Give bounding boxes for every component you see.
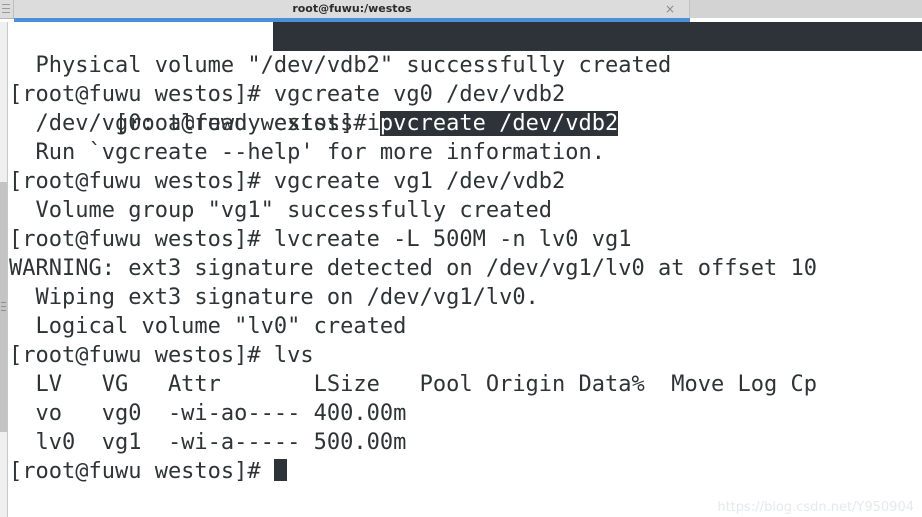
terminal-tab[interactable]: root@fuwu:/westos × [14, 0, 690, 18]
terminal-line: Logical volume "lv0" created [9, 314, 407, 339]
terminal-line: [root@fuwu westos]# lvcreate -L 500M -n … [9, 227, 632, 252]
terminal-line: Wiping ext3 signature on /dev/vg1/lv0. [9, 285, 539, 310]
terminal-window: root@fuwu:/westos × [root@fuwu westos]# … [0, 0, 922, 517]
terminal-line: Run `vgcreate --help' for more informati… [9, 140, 606, 165]
lvs-table-row: lv0 vg1 -wi-a----- 500.00m [9, 430, 407, 455]
terminal-line: [root@fuwu westos]# pvcreate /dev/vdb2 [8, 22, 922, 136]
tab-title: root@fuwu:/westos [292, 2, 412, 15]
text-cursor [273, 459, 287, 481]
terminal-line: Volume group "vg1" successfully created [9, 198, 553, 223]
watermark: https://blog.csdn.net/Y950904 [717, 500, 914, 515]
shell-prompt: [root@fuwu westos]# [114, 111, 380, 136]
lvs-table-row: vo vg0 -wi-ao---- 400.00m [9, 401, 407, 426]
title-bar: root@fuwu:/westos × [0, 0, 922, 19]
terminal-line: WARNING: ext3 signature detected on /dev… [9, 256, 817, 281]
terminal-line: [root@fuwu westos]# [8, 457, 922, 486]
close-icon[interactable]: × [663, 0, 677, 18]
shell-prompt: [root@fuwu westos]# [9, 459, 274, 484]
titlebar-empty-area [690, 0, 922, 18]
terminal-line: [root@fuwu westos]# vgcreate vg1 /dev/vd… [9, 169, 566, 194]
selected-command: pvcreate /dev/vdb2 [379, 111, 619, 136]
scrollbar-thumb[interactable] [0, 182, 7, 432]
terminal-line: [root@fuwu westos]# lvs [9, 343, 314, 368]
terminal-line: Physical volume "/dev/vdb2" successfully… [9, 53, 672, 78]
menu-icon[interactable] [0, 0, 14, 18]
selection-highlight [272, 22, 922, 51]
terminal-output[interactable]: [root@fuwu westos]# pvcreate /dev/vdb2 P… [8, 22, 922, 517]
terminal-line: [root@fuwu westos]# vgcreate vg0 /dev/vd… [9, 82, 566, 107]
vertical-scrollbar[interactable] [0, 22, 8, 517]
lvs-header-row: LV VG Attr LSize Pool Origin Data% Move … [9, 372, 817, 397]
